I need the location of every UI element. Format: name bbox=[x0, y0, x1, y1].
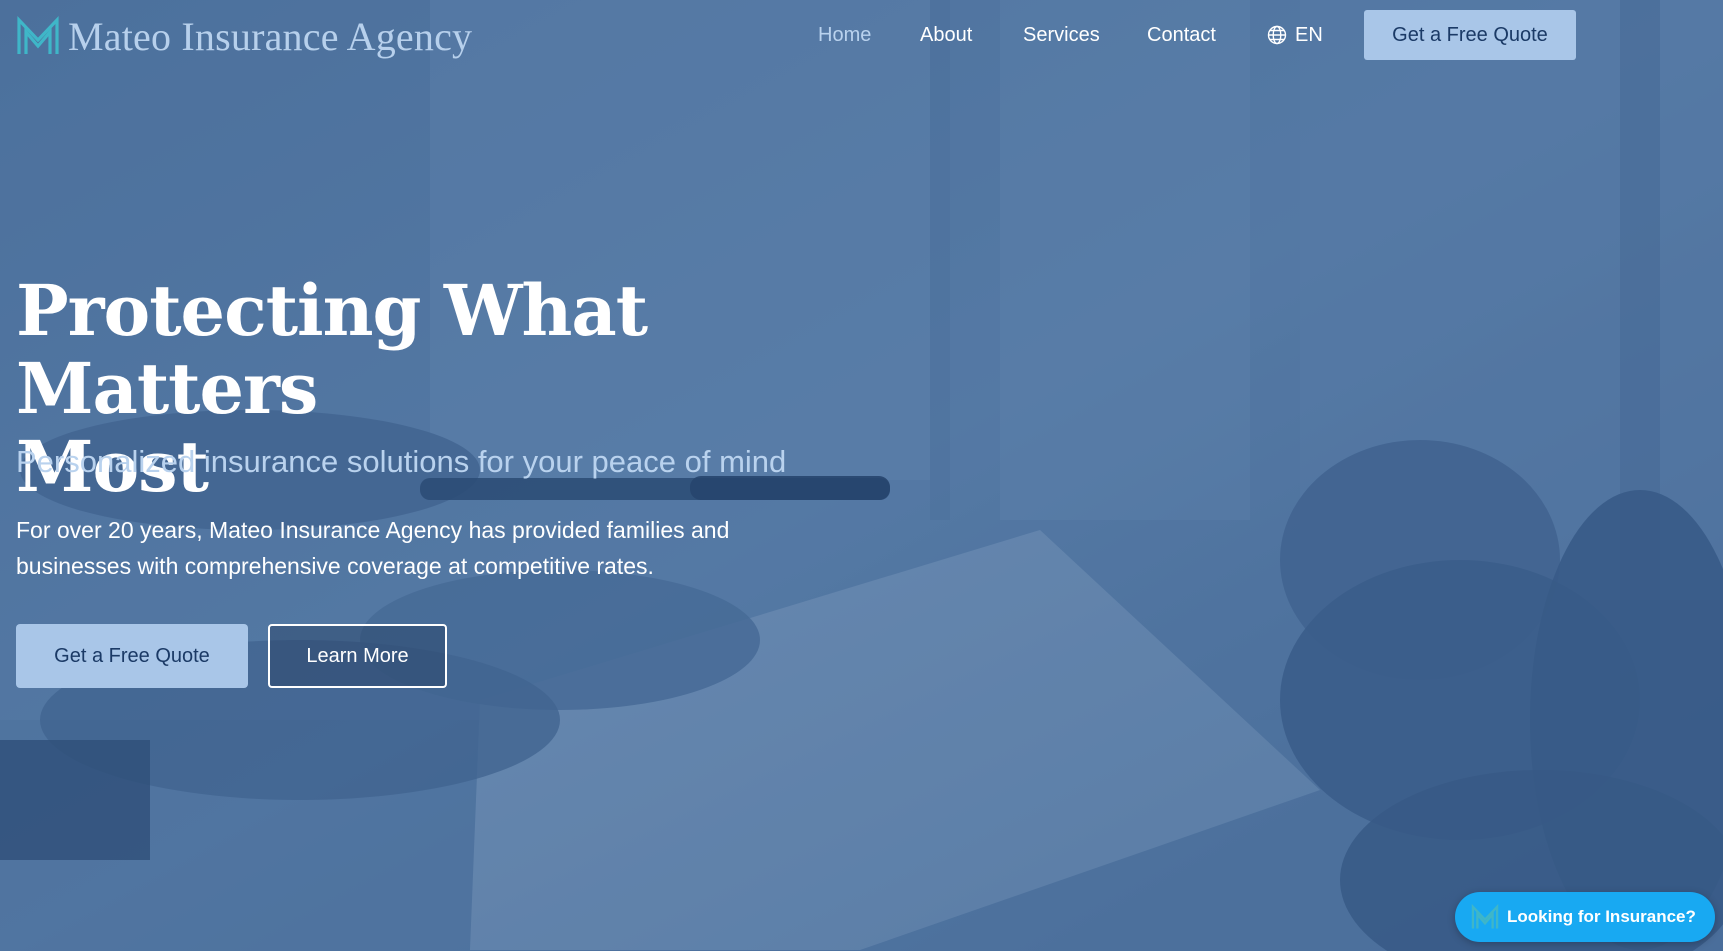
language-label: EN bbox=[1295, 23, 1323, 46]
brand-logo-link[interactable]: Mateo Insurance Agency bbox=[16, 12, 472, 60]
chat-widget-label: Looking for Insurance? bbox=[1507, 907, 1696, 926]
nav-services[interactable]: Services bbox=[1023, 20, 1100, 50]
globe-icon bbox=[1267, 25, 1287, 45]
hero-description: For over 20 years, Mateo Insurance Agenc… bbox=[16, 512, 816, 584]
hero-title-line1: Protecting What Matters bbox=[16, 269, 648, 430]
nav-about[interactable]: About bbox=[920, 20, 972, 50]
hero-subtitle: Personalized insurance solutions for you… bbox=[16, 444, 787, 479]
chat-widget-button[interactable]: Looking for Insurance? bbox=[1455, 892, 1715, 942]
header-quote-button[interactable]: Get a Free Quote bbox=[1364, 10, 1576, 60]
m-monogram-icon bbox=[17, 16, 59, 54]
nav-home[interactable]: Home bbox=[818, 20, 871, 50]
m-monogram-icon bbox=[1471, 904, 1499, 929]
brand-name: Mateo Insurance Agency bbox=[68, 13, 473, 59]
hero-quote-button[interactable]: Get a Free Quote bbox=[16, 624, 248, 688]
hero-description-line1: For over 20 years, Mateo Insurance Agenc… bbox=[16, 517, 730, 543]
learn-more-button[interactable]: Learn More bbox=[268, 624, 447, 688]
language-selector[interactable]: EN bbox=[1267, 20, 1323, 50]
hero-description-line2: businesses with comprehensive coverage a… bbox=[16, 553, 654, 579]
site-header: Mateo Insurance Agency Home About Servic… bbox=[0, 0, 1723, 72]
nav-contact[interactable]: Contact bbox=[1147, 20, 1216, 50]
